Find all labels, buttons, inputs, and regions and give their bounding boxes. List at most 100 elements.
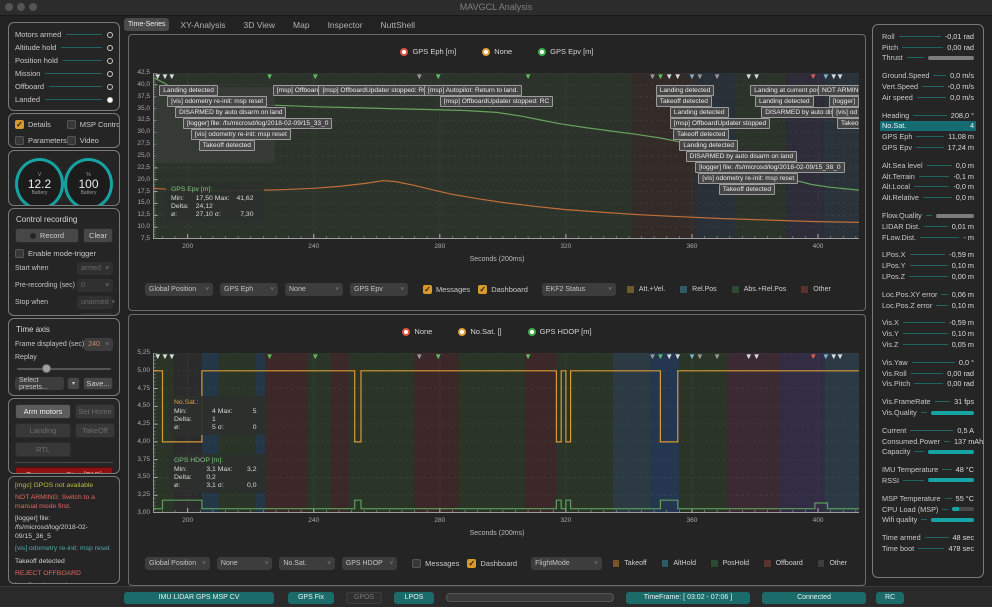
series-select[interactable]: No.Sat.˅: [279, 557, 334, 570]
record-button[interactable]: Record: [15, 228, 79, 243]
replay-slider[interactable]: [17, 364, 111, 374]
event-marker-icon[interactable]: ▼: [434, 73, 442, 81]
checkbox-dashboard[interactable]: ✓Dashboard: [467, 559, 517, 568]
event-marker-icon[interactable]: ▼: [753, 73, 761, 81]
checkbox-msp-control[interactable]: MSP Control: [67, 120, 120, 129]
checkbox-messages[interactable]: ✓Messages: [423, 285, 470, 294]
series-select[interactable]: None˅: [285, 283, 343, 296]
event-marker-icon[interactable]: ▼: [665, 73, 673, 81]
event-marker-icon[interactable]: ▼: [809, 353, 817, 361]
legend-item[interactable]: GPS HDOP [m]: [528, 327, 592, 336]
event-marker-icon[interactable]: ▼: [266, 73, 274, 81]
slider-thumb[interactable]: [42, 364, 51, 373]
event-marker-icon[interactable]: ▼: [434, 353, 442, 361]
event-marker-icon[interactable]: ▼: [656, 73, 664, 81]
event-marker-icon[interactable]: ▼: [713, 73, 721, 81]
event-marker-icon[interactable]: ▼: [745, 353, 753, 361]
x-tick-label: 400: [803, 243, 833, 250]
arm-motors-button[interactable]: Arm motors: [15, 404, 71, 419]
stats-table: Min:3,1Max:3,2Delta:0,2ø:3,1σ:0,0: [174, 466, 259, 490]
presets-dropdown-button[interactable]: ▾: [67, 377, 80, 390]
telemetry-value: -0,1 m: [953, 172, 974, 181]
event-marker-icon[interactable]: ▼: [696, 73, 704, 81]
telemetry-line: [942, 469, 951, 470]
mode-select[interactable]: FlightMode˅: [531, 557, 602, 570]
event-marker-icon[interactable]: ▼: [415, 353, 423, 361]
event-marker-icon[interactable]: ▼: [665, 353, 673, 361]
recording-row-select[interactable]: 0˅: [80, 313, 113, 316]
tab-time-series[interactable]: Time-Series: [124, 18, 169, 31]
checkbox-video[interactable]: Video: [67, 136, 120, 145]
checkbox-details[interactable]: ✓Details: [15, 120, 67, 129]
series-select[interactable]: Global Position˅: [145, 557, 210, 570]
series-select[interactable]: Global Position˅: [145, 283, 213, 296]
legend-item[interactable]: None: [482, 47, 512, 56]
event-marker-icon[interactable]: ▼: [311, 73, 319, 81]
checkbox-dashboard[interactable]: ✓Dashboard: [478, 285, 528, 294]
event-marker-icon[interactable]: ▼: [822, 353, 830, 361]
event-marker-icon[interactable]: ▼: [674, 73, 682, 81]
plot-area[interactable]: ▼▼▼▼▼▼▼▼▼▼▼▼▼▼▼▼▼▼▼▼▼No.Sat.:Min:4Max:5D…: [153, 353, 859, 513]
event-marker-icon[interactable]: ▼: [649, 353, 657, 361]
series-select[interactable]: GPS Eph˅: [220, 283, 278, 296]
series-select[interactable]: None˅: [217, 557, 272, 570]
flag-row: Motors armed: [15, 28, 113, 41]
event-marker-icon[interactable]: ▼: [745, 73, 753, 81]
mode-chip-label: PosHold: [723, 560, 749, 567]
event-marker-icon[interactable]: ▼: [836, 73, 844, 81]
clear-button[interactable]: Clear: [83, 228, 113, 243]
x-tick-label: 400: [803, 517, 833, 524]
emergency-stop-button[interactable]: Emergency Stop [TAB]: [15, 467, 113, 474]
legend-dot-icon: [400, 48, 408, 56]
telemetry-label: Time armed: [882, 533, 921, 542]
gauge-value: 100: [78, 178, 98, 190]
event-marker-icon[interactable]: ▼: [836, 353, 844, 361]
checkbox-messages[interactable]: Messages: [412, 559, 459, 568]
event-marker-icon[interactable]: ▼: [311, 353, 319, 361]
tab-xy-analysis[interactable]: XY-Analysis: [173, 18, 232, 32]
tab-map[interactable]: Map: [286, 18, 317, 32]
recording-row-select[interactable]: 0˅: [77, 279, 113, 292]
plot-area[interactable]: ▼▼▼▼▼▼▼▼▼▼▼▼▼▼▼▼▼▼▼▼▼Landing detected[vi…: [153, 73, 859, 239]
series-select[interactable]: GPS Epv˅: [350, 283, 408, 296]
series-select[interactable]: GPS HDOP˅: [342, 557, 397, 570]
save-presets-button[interactable]: Save...: [83, 377, 113, 390]
legend-item[interactable]: None: [402, 327, 432, 336]
mode-select[interactable]: EKF2 Status˅: [542, 283, 616, 296]
event-marker-icon[interactable]: ▼: [524, 73, 532, 81]
event-marker-icon[interactable]: ▼: [524, 353, 532, 361]
recording-row-select[interactable]: unarmed˅: [77, 296, 113, 309]
checkbox-label: Parameters: [28, 136, 67, 145]
event-marker-icon[interactable]: ▼: [696, 353, 704, 361]
frame-displayed-select[interactable]: 240˅: [84, 338, 113, 351]
replay-label: Replay: [15, 354, 113, 361]
tab-nuttshell[interactable]: NuttShell: [374, 18, 423, 32]
event-marker-icon[interactable]: ▼: [713, 353, 721, 361]
legend-item[interactable]: GPS Epv [m]: [538, 47, 593, 56]
checkbox-icon: ✓: [467, 559, 476, 568]
commands-panel: Arm motorsSet HomeLandingTakeOffRTL Emer…: [8, 398, 120, 474]
event-marker-icon[interactable]: ▼: [753, 353, 761, 361]
presets-select[interactable]: Select presets...: [15, 377, 64, 390]
event-marker-icon[interactable]: ▼: [168, 73, 176, 81]
event-marker-icon[interactable]: ▼: [822, 73, 830, 81]
tab-3d-view[interactable]: 3D View: [237, 18, 283, 32]
event-marker-icon[interactable]: ▼: [656, 353, 664, 361]
telemetry-label: Consumed.Power: [882, 437, 940, 446]
group-gap: [880, 282, 976, 289]
tab-inspector[interactable]: Inspector: [321, 18, 370, 32]
event-marker-icon[interactable]: ▼: [168, 353, 176, 361]
legend-item[interactable]: No.Sat. []: [458, 327, 501, 336]
recording-row-select[interactable]: armed˅: [77, 262, 113, 275]
event-marker-icon[interactable]: ▼: [415, 73, 423, 81]
mode-trigger-checkbox[interactable]: Enable mode-trigger: [15, 249, 113, 258]
legend-item[interactable]: GPS Eph [m]: [400, 47, 456, 56]
event-marker-icon[interactable]: ▼: [688, 73, 696, 81]
event-marker-icon[interactable]: ▼: [266, 353, 274, 361]
event-marker-icon[interactable]: ▼: [809, 73, 817, 81]
event-marker-icon[interactable]: ▼: [674, 353, 682, 361]
y-tick-label: 30,0: [128, 128, 150, 135]
event-marker-icon[interactable]: ▼: [649, 73, 657, 81]
checkbox-parameters[interactable]: Parameters: [15, 136, 67, 145]
event-marker-icon[interactable]: ▼: [688, 353, 696, 361]
